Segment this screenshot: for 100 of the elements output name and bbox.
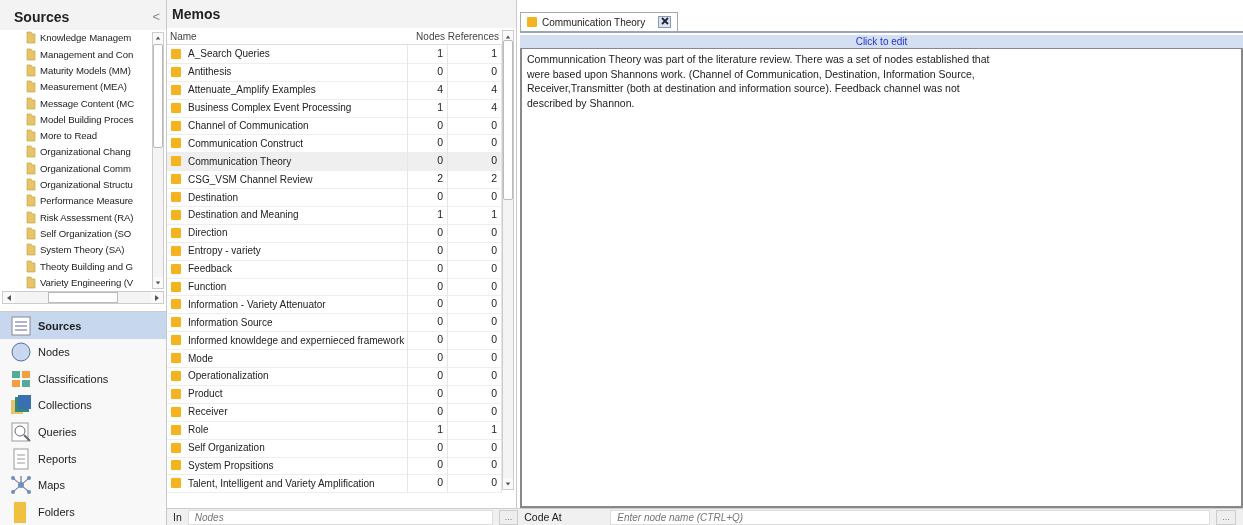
tree-item[interactable]: Organizational Comm bbox=[40, 162, 131, 174]
memo-name: Channel of Communication bbox=[188, 120, 309, 131]
memo-icon bbox=[171, 192, 181, 203]
stacked-squares-icon bbox=[10, 394, 32, 417]
memo-icon bbox=[171, 371, 181, 381]
memo-icon bbox=[171, 478, 181, 489]
close-button[interactable] bbox=[658, 16, 672, 28]
memo-name: Role bbox=[188, 424, 209, 436]
nav-item[interactable]: Nodes bbox=[0, 338, 166, 366]
table-cell: 0 bbox=[408, 402, 448, 422]
document-list-icon bbox=[10, 314, 32, 337]
memo-name: Mode bbox=[188, 352, 213, 364]
table-cell: 4 bbox=[408, 80, 448, 100]
nav-item[interactable]: Maps bbox=[0, 471, 166, 499]
memo-icon bbox=[171, 388, 181, 399]
nav-item[interactable]: Reports bbox=[0, 445, 166, 472]
circle-icon bbox=[10, 341, 32, 364]
memo-icon bbox=[171, 227, 181, 238]
tree-item[interactable]: Maturity Models (MM) bbox=[40, 65, 131, 76]
memo-name: Feedback bbox=[188, 263, 232, 275]
table-cell: 1 bbox=[408, 420, 448, 440]
nodes-dropdown[interactable]: Nodes bbox=[187, 509, 493, 525]
tree-item[interactable]: Model Building Proces bbox=[40, 113, 134, 125]
browse-button[interactable]: ... bbox=[1216, 509, 1236, 525]
tree-item[interactable]: Management and Con bbox=[40, 48, 134, 60]
tree-item[interactable]: Theoty Building and G bbox=[40, 260, 133, 272]
nav-item[interactable]: Classifications bbox=[0, 365, 166, 393]
code-at-label: Code At bbox=[524, 511, 563, 523]
table-cell: 0 bbox=[408, 474, 448, 494]
memo-name: CSG_VSM Channel Review bbox=[188, 173, 313, 185]
scrollbar[interactable] bbox=[502, 30, 514, 490]
scrollbar[interactable] bbox=[152, 31, 164, 290]
memo-name: Information - Variety Attenuator bbox=[188, 298, 326, 310]
memo-name: Informed knowldege and expernieced framework bbox=[188, 334, 405, 346]
tree-item[interactable]: Performance Measure bbox=[40, 195, 133, 207]
tree-item[interactable]: System Theory (SA) bbox=[40, 244, 125, 256]
nav-item[interactable]: Queries bbox=[0, 418, 166, 446]
memo-name: Attenuate_Amplify Examples bbox=[188, 84, 316, 96]
table-cell: 0 bbox=[408, 62, 448, 82]
table-cell: 1 bbox=[408, 45, 448, 64]
column-header[interactable]: Nodes bbox=[408, 30, 448, 42]
horizontal-scrollbar[interactable] bbox=[2, 291, 164, 305]
memo-row[interactable]: A_Search Queries 1 1 bbox=[167, 45, 502, 63]
memo-text: Communnication Theory was part of the literature review. There was a set of nodes established that were based upon Shannons work. (Channel of Communication, Destination, Information Source, Receiver,Transmitter (both at destination and information source). Feedback channel was not described by Shannon. bbox=[527, 52, 991, 110]
memo-name: Information Source bbox=[188, 316, 273, 328]
memo-icon bbox=[171, 335, 181, 346]
report-icon bbox=[10, 447, 32, 470]
memo-icon bbox=[171, 66, 181, 77]
search-icon bbox=[10, 420, 32, 443]
tree-item[interactable]: Organizational Chang bbox=[40, 146, 131, 158]
nav-item[interactable]: Sources bbox=[0, 312, 166, 339]
memo-icon bbox=[171, 174, 181, 185]
tree-item[interactable]: Knowledge Managem bbox=[40, 32, 132, 44]
memo-icon bbox=[171, 84, 181, 95]
table-cell: 1 bbox=[408, 98, 448, 118]
memo-name: Product bbox=[188, 388, 223, 400]
in-label: In bbox=[173, 511, 182, 523]
memo-icon bbox=[171, 209, 181, 220]
memo-icon bbox=[171, 353, 181, 364]
nav-item[interactable]: Collections bbox=[0, 392, 166, 419]
column-header[interactable]: References bbox=[448, 30, 502, 42]
node-name-field[interactable]: Enter node name (CTRL+Q) bbox=[610, 509, 1211, 525]
memo-name: Destination bbox=[188, 191, 239, 203]
memo-name: System Propsitions bbox=[188, 459, 274, 471]
memo-name: Receiver bbox=[188, 406, 228, 418]
tab-label: Communication Theory bbox=[542, 16, 646, 28]
memo-icon bbox=[171, 263, 181, 274]
memo-name: A_Search Queries bbox=[188, 48, 270, 60]
memo-icon bbox=[171, 156, 181, 167]
memo-name: Talent, Intelligent and Variety Amplification bbox=[188, 477, 375, 489]
memo-icon bbox=[171, 424, 181, 435]
column-header[interactable]: Name bbox=[167, 30, 408, 42]
arrow-icon[interactable] bbox=[155, 34, 161, 43]
nav-item[interactable]: Folders bbox=[0, 498, 166, 525]
memo-icon bbox=[171, 120, 181, 131]
tree-item[interactable]: Organizational Structu bbox=[40, 179, 133, 191]
tree-item[interactable]: Self Organization (SO bbox=[40, 227, 132, 239]
memo-name: Operationalization bbox=[188, 370, 269, 382]
document-tab[interactable]: Communication Theory bbox=[520, 12, 679, 31]
memo-name: Function bbox=[188, 281, 227, 293]
table-cell: 0 bbox=[408, 241, 448, 261]
memo-name: Direction bbox=[188, 227, 228, 239]
memo-icon bbox=[171, 442, 181, 453]
panel-title: Sources bbox=[14, 8, 70, 25]
click-to-edit-bar[interactable]: Click to edit bbox=[520, 35, 1243, 48]
arrow-icon[interactable] bbox=[5, 293, 13, 302]
panel-title: Memos bbox=[172, 6, 221, 22]
tree-item[interactable]: Measurement (MEA) bbox=[40, 81, 127, 93]
browse-button[interactable]: ... bbox=[498, 509, 519, 525]
tree-item[interactable]: Message Content (MC bbox=[40, 97, 135, 109]
tree-item[interactable]: Risk Assessment (RA) bbox=[40, 211, 134, 223]
memo-icon bbox=[171, 138, 181, 149]
tree-item[interactable]: More to Read bbox=[40, 130, 97, 142]
memo-name: Business Complex Event Processing bbox=[188, 102, 352, 114]
memo-icon bbox=[171, 245, 181, 256]
memo-icon bbox=[171, 48, 181, 59]
tree-item[interactable]: Variety Engineering (V bbox=[40, 276, 134, 288]
memo-row[interactable]: System Propsitions 0 0 bbox=[167, 456, 502, 475]
memo-icon bbox=[527, 17, 537, 27]
table-cell: 0 bbox=[408, 367, 448, 386]
